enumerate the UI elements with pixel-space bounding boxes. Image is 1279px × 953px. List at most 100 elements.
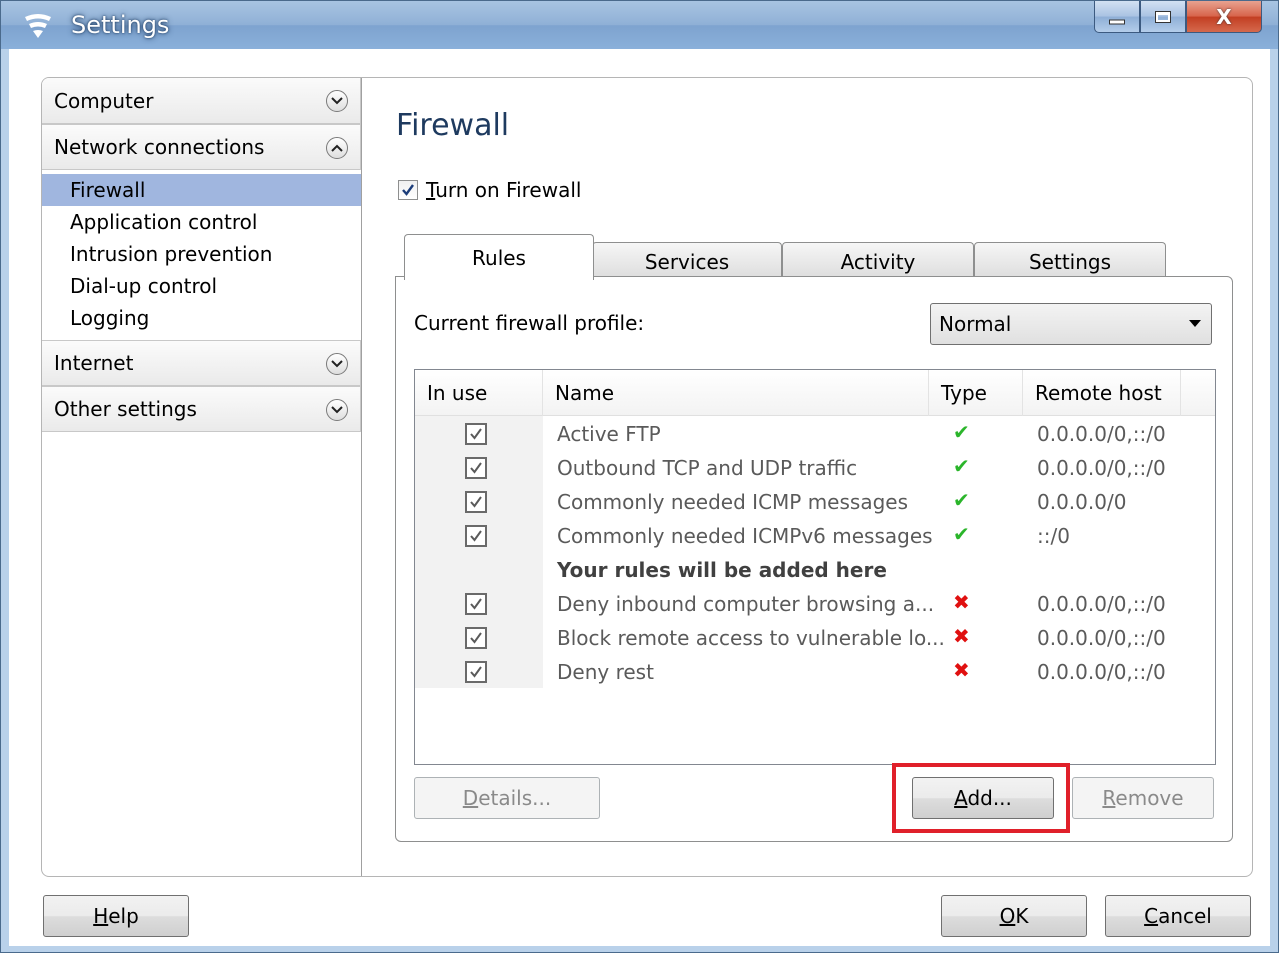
window-title: Settings bbox=[71, 11, 170, 39]
rules-tab-panel: Current firewall profile: Normal In use … bbox=[395, 276, 1233, 842]
sidebar-section-label: Internet bbox=[54, 351, 134, 375]
sidebar-section-network-connections[interactable]: Network connections bbox=[42, 124, 361, 170]
chevron-down-icon[interactable] bbox=[326, 90, 348, 112]
turn-on-firewall-label: Turn on Firewall bbox=[426, 178, 582, 202]
tab-label: Services bbox=[644, 249, 730, 274]
profile-label: Current firewall profile: bbox=[414, 311, 645, 335]
sidebar-section-computer[interactable]: Computer bbox=[42, 78, 361, 124]
cancel-button[interactable]: Cancel bbox=[1105, 895, 1251, 937]
close-button[interactable]: X bbox=[1186, 1, 1262, 33]
column-header-remote-host[interactable]: Remote host bbox=[1023, 370, 1181, 416]
checkmark-icon bbox=[465, 627, 487, 649]
column-header-name[interactable]: Name bbox=[543, 370, 929, 416]
checkbox-box[interactable] bbox=[398, 180, 418, 200]
rule-name: Block remote access to vulnerable lo... bbox=[557, 626, 945, 650]
column-header-in-use[interactable]: In use bbox=[415, 370, 543, 416]
rule-name: Deny rest bbox=[557, 660, 654, 684]
table-row[interactable]: Commonly needed ICMP messages ✔ 0.0.0.0/0 bbox=[415, 486, 1215, 520]
table-row[interactable]: Commonly needed ICMPv6 messages ✔::/0 bbox=[415, 520, 1215, 554]
rule-name: Commonly needed ICMP messages bbox=[557, 490, 909, 514]
sidebar-item-label: Dial-up control bbox=[70, 274, 218, 298]
in-use-checkbox[interactable] bbox=[465, 457, 487, 479]
sidebar-item-application-control[interactable]: Application control bbox=[42, 206, 361, 238]
allow-check-icon: ✔ bbox=[953, 420, 970, 444]
content-area: Firewall Turn on Firewall Rules Services bbox=[378, 78, 1250, 876]
list-header: In use Name Type Remote host bbox=[415, 370, 1215, 416]
checkmark-icon bbox=[402, 184, 414, 196]
add-button[interactable]: Add... bbox=[912, 777, 1054, 819]
table-row[interactable]: Deny rest ✖ 0.0.0.0/0,::/0 bbox=[415, 656, 1215, 690]
sidebar-item-logging[interactable]: Logging bbox=[42, 302, 361, 334]
in-use-checkbox[interactable] bbox=[465, 593, 487, 615]
allow-check-icon: ✔ bbox=[953, 488, 970, 512]
firewall-profile-select[interactable]: Normal bbox=[930, 303, 1212, 345]
remove-button[interactable]: Remove bbox=[1072, 777, 1214, 819]
table-row[interactable]: Active FTP ✔ 0.0.0.0/0,::/0 bbox=[415, 418, 1215, 452]
dropdown-arrow-icon bbox=[1189, 320, 1201, 327]
sidebar-item-firewall[interactable]: Firewall bbox=[42, 174, 361, 206]
details-button[interactable]: Details... bbox=[414, 777, 600, 819]
page-title: Firewall bbox=[396, 108, 510, 143]
tab-label: Rules bbox=[472, 245, 526, 270]
sidebar-section-internet[interactable]: Internet bbox=[42, 340, 361, 386]
sidebar-item-label: Application control bbox=[70, 210, 258, 234]
rule-remote-host: 0.0.0.0/0,::/0 bbox=[1037, 422, 1166, 446]
rule-remote-host: 0.0.0.0/0,::/0 bbox=[1037, 660, 1166, 684]
sidebar-section-label: Computer bbox=[54, 88, 154, 113]
column-header-type[interactable]: Type bbox=[929, 370, 1023, 416]
select-value: Normal bbox=[939, 312, 1012, 336]
tab-settings[interactable]: Settings bbox=[974, 242, 1166, 280]
tab-rules[interactable]: Rules bbox=[404, 234, 594, 280]
app-shield-icon bbox=[25, 14, 51, 38]
sidebar-item-dial-up-control[interactable]: Dial-up control bbox=[42, 270, 361, 302]
minimize-button[interactable] bbox=[1094, 1, 1140, 33]
chevron-up-icon[interactable] bbox=[326, 137, 348, 159]
sidebar-item-intrusion-prevention[interactable]: Intrusion prevention bbox=[42, 238, 361, 270]
tab-strip: Rules Services Activity Settings bbox=[404, 234, 1174, 280]
sidebar-section-label: Network connections bbox=[54, 135, 265, 159]
rule-name: Outbound TCP and UDP traffic bbox=[557, 456, 858, 480]
chevron-down-icon[interactable] bbox=[326, 399, 348, 421]
maximize-icon bbox=[1155, 10, 1171, 23]
client-area: Computer Network connections Firewall Ap… bbox=[9, 49, 1270, 946]
in-use-checkbox[interactable] bbox=[465, 423, 487, 445]
in-use-checkbox[interactable] bbox=[465, 491, 487, 513]
sidebar-item-label: Logging bbox=[70, 306, 150, 330]
checkmark-icon bbox=[465, 423, 487, 445]
table-row[interactable]: Block remote access to vulnerable lo... ✖… bbox=[415, 622, 1215, 656]
in-use-checkbox[interactable] bbox=[465, 661, 487, 683]
network-subitems: Firewall Application control Intrusion p… bbox=[42, 170, 361, 340]
sidebar-section-other-settings[interactable]: Other settings bbox=[42, 386, 361, 432]
allow-check-icon: ✔ bbox=[953, 522, 970, 546]
table-row[interactable]: Deny inbound computer browsing a... ✖ 0.0.… bbox=[415, 588, 1215, 622]
turn-on-firewall-checkbox[interactable]: Turn on Firewall bbox=[398, 178, 581, 202]
in-use-checkbox[interactable] bbox=[465, 627, 487, 649]
ok-button[interactable]: OK bbox=[941, 895, 1087, 937]
checkmark-icon bbox=[465, 491, 487, 513]
maximize-button[interactable] bbox=[1140, 1, 1186, 33]
tab-activity[interactable]: Activity bbox=[782, 242, 974, 280]
checkmark-icon bbox=[465, 593, 487, 615]
rule-name: Commonly needed ICMPv6 messages bbox=[557, 524, 933, 548]
minimize-icon bbox=[1109, 19, 1125, 24]
checkmark-icon bbox=[465, 457, 487, 479]
allow-check-icon: ✔ bbox=[953, 454, 970, 478]
sidebar-item-label: Intrusion prevention bbox=[70, 242, 273, 266]
rule-remote-host: 0.0.0.0/0 bbox=[1037, 490, 1127, 514]
chevron-down-icon[interactable] bbox=[326, 353, 348, 375]
settings-window: Settings X Computer Network connections … bbox=[0, 0, 1279, 953]
rule-name: Deny inbound computer browsing a... bbox=[557, 592, 935, 616]
deny-x-icon: ✖ bbox=[953, 590, 970, 614]
rules-list[interactable]: In use Name Type Remote host Active FTP ✔… bbox=[414, 369, 1216, 765]
help-button[interactable]: Help bbox=[43, 895, 189, 937]
rule-remote-host: 0.0.0.0/0,::/0 bbox=[1037, 626, 1166, 650]
sidebar-section-label: Other settings bbox=[54, 397, 197, 421]
deny-x-icon: ✖ bbox=[953, 624, 970, 648]
title-bar[interactable]: Settings X bbox=[1, 1, 1278, 49]
tab-services[interactable]: Services bbox=[592, 242, 782, 280]
rule-name: Active FTP bbox=[557, 422, 661, 446]
table-row[interactable]: Outbound TCP and UDP traffic ✔ 0.0.0.0/0,:… bbox=[415, 452, 1215, 486]
rule-remote-host: 0.0.0.0/0,::/0 bbox=[1037, 456, 1166, 480]
in-use-checkbox[interactable] bbox=[465, 525, 487, 547]
tab-label: Activity bbox=[840, 249, 916, 274]
